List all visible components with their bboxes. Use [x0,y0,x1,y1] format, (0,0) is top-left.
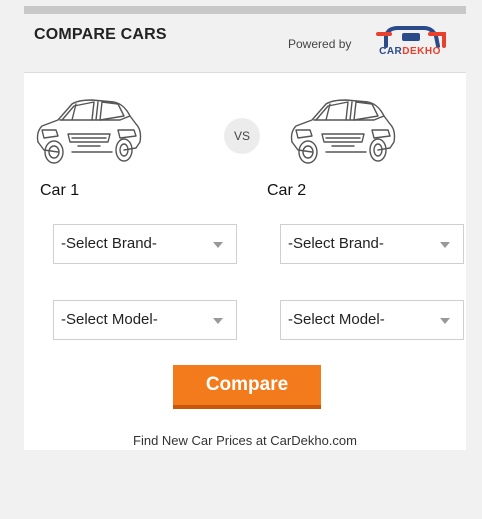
car-1-model-select-value: -Select Model- [61,311,158,328]
car-2-brand-select-value: -Select Brand- [288,235,384,252]
car-1-brand-select[interactable]: -Select Brand- [53,224,237,264]
car-1-model-select[interactable]: -Select Model- [53,300,237,340]
widget-header: COMPARE CARS Powered by CARDEKHO [24,14,466,73]
powered-by-text: Powered by [288,37,352,51]
car-1-brand-select-value: -Select Brand- [61,235,157,252]
cardekho-logo-text: CARDEKHO [368,46,452,57]
car-1-illustration-icon [36,99,142,164]
car-2-model-select-value: -Select Model- [288,311,385,328]
chevron-down-icon [440,318,450,324]
chevron-down-icon [213,242,223,248]
car-1-label: Car 1 [40,182,80,199]
find-car-prices-link[interactable]: Find New Car Prices at CarDekho.com [24,433,466,448]
car-2-model-select[interactable]: -Select Model- [280,300,464,340]
car-2-label: Car 2 [267,182,307,199]
car-2-brand-select[interactable]: -Select Brand- [280,224,464,264]
vs-badge: VS [224,118,260,154]
chevron-down-icon [213,318,223,324]
logo-text-dekho: DEKHO [402,46,441,57]
logo-text-car: CAR [379,46,403,57]
compare-button[interactable]: Compare [173,365,321,409]
cardekho-car-icon [376,26,446,48]
car-2-illustration-icon [290,99,396,164]
chevron-down-icon [440,242,450,248]
compare-cars-widget: COMPARE CARS Powered by CARDEKHO VS Car … [24,6,466,450]
cardekho-logo[interactable]: CARDEKHO [368,24,452,60]
widget-title: COMPARE CARS [34,26,167,43]
